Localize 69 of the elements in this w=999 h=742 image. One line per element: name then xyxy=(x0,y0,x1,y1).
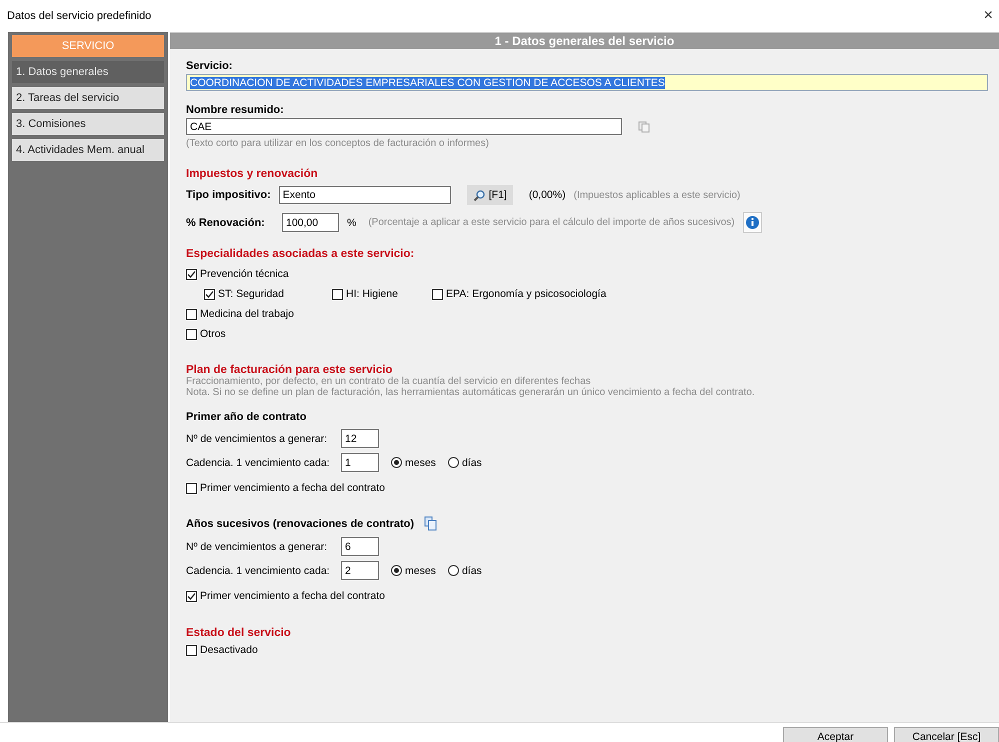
checkbox-label: ST: Seguridad xyxy=(218,288,284,300)
sidebar-header: SERVICIO xyxy=(12,35,164,57)
short-name-field[interactable]: CAE xyxy=(186,118,622,135)
count-field[interactable]: 12 xyxy=(341,429,379,448)
field-label: Servicio: xyxy=(186,60,234,72)
section-title: Estado del servicio xyxy=(186,627,292,639)
section-title: Especialidades asociadas a este servicio: xyxy=(186,248,416,260)
radio-button[interactable] xyxy=(448,457,459,468)
tax-type-field[interactable]: Exento xyxy=(278,186,451,204)
count-field[interactable]: 6 xyxy=(341,537,379,556)
tax-rate: (0,00%) xyxy=(528,189,566,201)
copy-icon[interactable] xyxy=(424,516,438,531)
note-text: Fraccionamiento, por defecto, en un contrato de la cuantía del servicio en diferentes fechas xyxy=(186,376,592,387)
checkbox[interactable] xyxy=(432,288,443,300)
field-label: Nº de vencimientos a generar: xyxy=(186,540,328,552)
radio-label: días xyxy=(462,456,482,468)
cadence-field[interactable]: 2 xyxy=(341,561,379,580)
checkbox-label: HI: Higiene xyxy=(346,288,398,300)
close-button[interactable]: × xyxy=(984,7,993,25)
lookup-button[interactable]: [F1] xyxy=(466,185,513,205)
service-field[interactable]: COORDINACION DE ACTIVIDADES EMPRESARIALES CON GESTION DE ACCESOS A CLIENTES xyxy=(186,74,988,91)
section-title: Plan de facturación para este servicio xyxy=(186,364,394,376)
checkbox-label: Desactivado xyxy=(200,644,258,656)
checkbox[interactable] xyxy=(204,288,215,300)
cadence-field[interactable]: 1 xyxy=(341,453,379,472)
field-label: Tipo impositivo: xyxy=(186,189,271,201)
radio-label: meses xyxy=(405,456,436,468)
note-text: Nota. Si no se define un plan de facturación, las herramientas automáticas generarán un único vencimiento a fecha del contrato. xyxy=(186,387,756,398)
hint-text: (Impuestos aplicables a este servicio) xyxy=(574,190,740,200)
radio-button[interactable] xyxy=(391,565,402,576)
renewal-field[interactable]: 100,00 xyxy=(282,213,339,232)
window-title: Datos del servicio predefinido xyxy=(7,10,152,22)
radio-label: meses xyxy=(405,564,436,576)
info-icon[interactable] xyxy=(742,212,762,233)
hint-text: (Texto corto para utilizar en los conceptos de facturación o informes) xyxy=(186,138,490,149)
subsection-title: Primer año de contrato xyxy=(186,411,306,423)
checkbox-label: Primer vencimiento a fecha del contrato xyxy=(200,482,386,494)
checkbox[interactable] xyxy=(186,482,197,494)
subsection-title: Años sucesivos (renovaciones de contrato) xyxy=(186,518,414,530)
checkbox-label: Medicina del trabajo xyxy=(200,308,294,320)
checkbox[interactable] xyxy=(332,288,343,300)
dialog-button[interactable]: Cancelar [Esc] xyxy=(894,727,999,742)
field-label: Nombre resumido: xyxy=(186,104,285,116)
checkbox[interactable] xyxy=(186,308,197,320)
field-label: Cadencia. 1 vencimiento cada: xyxy=(186,456,331,468)
radio-button[interactable] xyxy=(391,457,402,468)
checkbox[interactable] xyxy=(186,328,197,340)
checkbox[interactable] xyxy=(186,268,197,280)
sidebar-item[interactable]: 4. Actividades Mem. anual xyxy=(12,139,164,161)
magnifier-icon xyxy=(472,188,486,202)
section-header: 1 - Datos generales del servicio xyxy=(170,32,999,49)
checkbox[interactable] xyxy=(186,590,197,602)
checkbox[interactable] xyxy=(186,644,197,656)
checkbox-label: Prevención técnica xyxy=(200,268,289,280)
checkbox-label: Otros xyxy=(200,328,226,340)
checkbox-label: Primer vencimiento a fecha del contrato xyxy=(200,590,386,602)
field-label: % Renovación: xyxy=(186,216,266,228)
dialog-button[interactable]: Aceptar xyxy=(783,727,888,742)
field-label: Nº de vencimientos a generar: xyxy=(186,432,328,444)
unit-label: % xyxy=(347,216,356,228)
radio-label: días xyxy=(462,564,482,576)
hint-text: (Porcentaje a aplicar a este servicio para el cálculo del importe de años sucesivos) xyxy=(368,217,735,228)
sidebar-item[interactable]: 1. Datos generales xyxy=(12,61,164,83)
sidebar-item[interactable]: 3. Comisiones xyxy=(12,113,164,135)
checkbox-label: EPA: Ergonomía y psicosociología xyxy=(446,288,606,300)
section-title: Impuestos y renovación xyxy=(186,168,319,180)
radio-button[interactable] xyxy=(448,565,459,576)
sidebar-item[interactable]: 2. Tareas del servicio xyxy=(12,87,164,109)
field-label: Cadencia. 1 vencimiento cada: xyxy=(186,564,331,576)
